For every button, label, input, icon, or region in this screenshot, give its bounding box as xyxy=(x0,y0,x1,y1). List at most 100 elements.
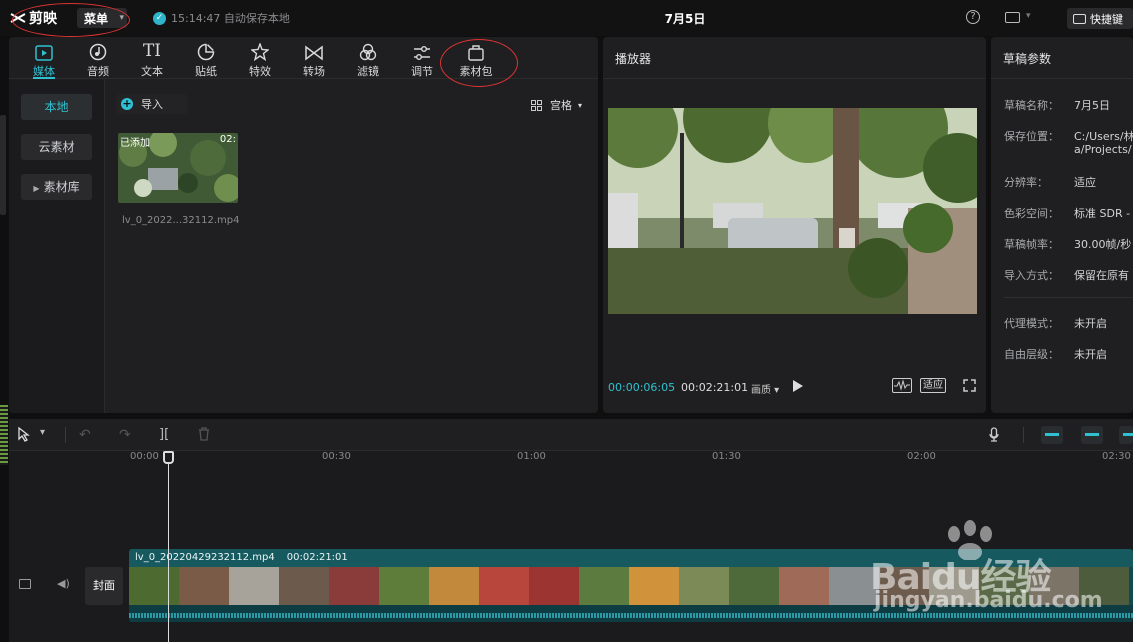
auto-snap-button[interactable] xyxy=(1081,426,1103,444)
sidebar-item-cloud[interactable]: 云素材 xyxy=(21,134,92,160)
split-icon[interactable]: ][ xyxy=(159,427,169,442)
grid-view-icon xyxy=(531,99,544,111)
ruler-tick: 01:00 xyxy=(517,451,546,462)
total-time: 00:02:21:01 xyxy=(681,381,749,394)
import-button[interactable]: + 导入 xyxy=(117,94,187,114)
media-thumbnail[interactable]: 已添加 02: xyxy=(118,133,238,203)
autosave-text: 15:14:47 自动保存本地 xyxy=(171,12,290,25)
project-title: 7月5日 xyxy=(664,12,706,26)
main-track-magnet-button[interactable] xyxy=(1041,426,1063,444)
divider xyxy=(1023,427,1024,443)
play-icon[interactable] xyxy=(793,380,803,392)
clip-frame xyxy=(479,567,529,605)
clip-frame xyxy=(1079,567,1129,605)
clip-duration: 00:02:21:01 xyxy=(286,552,348,563)
sidebar-item-label: 素材库 xyxy=(43,180,80,194)
tab-filter[interactable]: 滤镜 xyxy=(341,37,395,79)
divider xyxy=(1004,297,1133,298)
help-icon[interactable]: ? xyxy=(966,10,980,24)
player-header: 播放器 xyxy=(603,37,986,79)
tab-label: 特效 xyxy=(249,65,271,78)
tab-sticker[interactable]: 贴纸 xyxy=(179,37,233,79)
tab-transition[interactable]: 转场 xyxy=(287,37,341,79)
waveform-icon[interactable] xyxy=(892,378,912,393)
shortcut-button[interactable]: 快捷键 xyxy=(1067,8,1133,29)
text-icon: TI xyxy=(142,41,162,61)
playhead-handle[interactable] xyxy=(163,451,174,464)
tab-label: 音频 xyxy=(87,65,109,78)
sidebar-item-local[interactable]: 本地 xyxy=(21,94,92,120)
material-pack-icon xyxy=(468,45,484,61)
param-color-space: 色彩空间： 标准 SDR - xyxy=(1004,207,1131,220)
tab-text[interactable]: TI 文本 xyxy=(125,37,179,79)
quality-dropdown[interactable]: 画质 ▾ xyxy=(751,381,779,396)
microphone-icon[interactable] xyxy=(989,427,999,447)
tab-adjust[interactable]: 调节 xyxy=(395,37,449,79)
clip-frame xyxy=(179,567,229,605)
clip-frame xyxy=(629,567,679,605)
clip-frame xyxy=(229,567,279,605)
clip-frame xyxy=(529,567,579,605)
audio-icon xyxy=(89,43,107,61)
time-ruler[interactable]: 00:00 00:30 01:00 01:30 02:00 02:30 xyxy=(9,451,1133,467)
clip-audio-waveform xyxy=(129,605,1133,622)
params-header: 草稿参数 xyxy=(991,37,1133,79)
clip-frame xyxy=(279,567,329,605)
duration-badge: 02: xyxy=(219,134,236,145)
video-track-visibility-icon[interactable] xyxy=(19,579,31,589)
link-button[interactable] xyxy=(1119,426,1133,444)
menu-button[interactable]: 菜单 ▾ xyxy=(77,8,127,28)
clip-frame xyxy=(379,567,429,605)
current-time: 00:00:06:05 xyxy=(608,381,676,394)
param-resolution: 分辨率： 适应 xyxy=(1004,176,1096,189)
param-import-mode: 导入方式： 保留在原有 xyxy=(1004,269,1129,282)
tab-label: 滤镜 xyxy=(357,65,379,78)
tab-audio[interactable]: 音频 xyxy=(71,37,125,79)
cover-button[interactable]: 封面 xyxy=(85,567,123,605)
param-draft-name: 草稿名称： 7月5日 xyxy=(1004,99,1110,112)
media-sidebar: 本地 云素材 ▶ 素材库 xyxy=(9,80,105,413)
video-clip[interactable]: lv_0_20220429232112.mp4 00:02:21:01 xyxy=(129,549,1133,622)
undo-icon[interactable]: ↶ xyxy=(79,427,91,443)
clip-frame xyxy=(579,567,629,605)
param-save-location: 保存位置： C:/Users/林 a/Projects/ xyxy=(1004,130,1133,156)
import-label: 导入 xyxy=(141,98,163,111)
quality-label: 画质 xyxy=(751,385,771,396)
tool-tabs: 媒体 音频 TI 文本 贴纸 特效 转场 滤镜 调节 素材包 xyxy=(9,37,598,87)
redo-icon[interactable]: ↷ xyxy=(119,427,131,443)
ruler-tick: 02:30 xyxy=(1102,451,1131,462)
tab-material-pack[interactable]: 素材包 xyxy=(449,37,503,79)
clip-frames xyxy=(129,567,1133,605)
clip-header: lv_0_20220429232112.mp4 00:02:21:01 xyxy=(129,549,1133,567)
tab-label: 调节 xyxy=(411,65,433,78)
fit-button[interactable]: 适应 xyxy=(920,378,946,393)
chevron-down-icon[interactable]: ▾ xyxy=(40,427,45,438)
effects-icon xyxy=(251,43,269,61)
clip-frame xyxy=(979,567,1029,605)
left-resize-handle[interactable] xyxy=(0,405,8,465)
menu-label: 菜单 xyxy=(84,11,109,26)
app-name: 剪映 xyxy=(29,11,57,27)
fullscreen-icon[interactable] xyxy=(963,379,976,392)
delete-icon[interactable] xyxy=(198,427,210,445)
added-badge: 已添加 xyxy=(120,138,150,149)
sidebar-item-library[interactable]: ▶ 素材库 xyxy=(21,174,92,200)
tab-label: 文本 xyxy=(141,65,163,78)
tab-media[interactable]: 媒体 xyxy=(17,37,71,79)
select-cursor-icon[interactable] xyxy=(17,426,31,446)
clip-frame xyxy=(929,567,979,605)
clip-frame xyxy=(129,567,179,605)
filter-icon xyxy=(359,43,377,61)
video-preview[interactable] xyxy=(608,108,977,314)
ruler-tick: 00:00 xyxy=(130,451,159,462)
chevron-down-icon[interactable]: ▾ xyxy=(1026,11,1031,21)
layout-icon[interactable] xyxy=(1005,12,1020,23)
tab-label: 贴纸 xyxy=(195,65,217,78)
video-frame-image xyxy=(608,108,977,314)
left-scroll-handle[interactable] xyxy=(0,115,6,215)
speaker-icon[interactable]: ◀) xyxy=(57,577,70,590)
view-toggle[interactable]: 宫格 ▾ xyxy=(531,97,582,113)
tab-effects[interactable]: 特效 xyxy=(233,37,287,79)
tab-label: 转场 xyxy=(303,65,325,78)
tab-label: 素材包 xyxy=(459,65,493,78)
